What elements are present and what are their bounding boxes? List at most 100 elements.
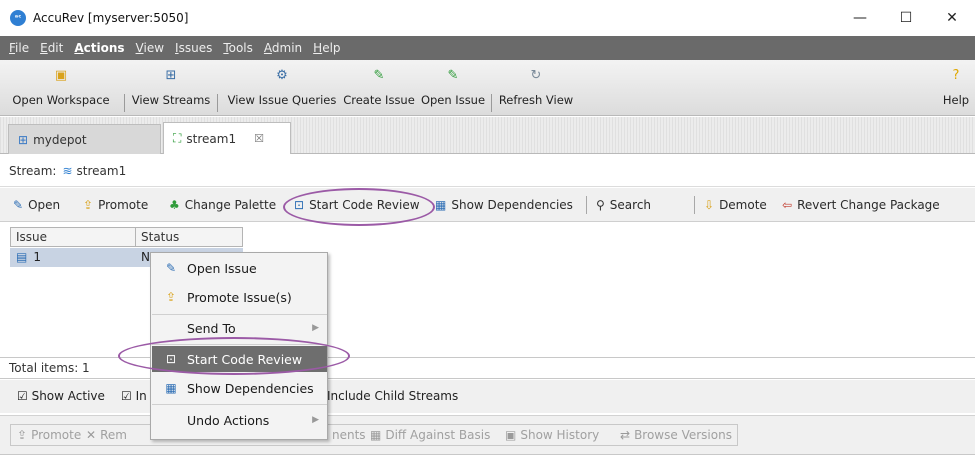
diff-icon: ▦ <box>370 428 382 442</box>
main-toolbar: ▣ Open Workspace ⊞ View Streams ⚙ View I… <box>0 60 975 116</box>
open-workspace-button[interactable]: ▣ Open Workspace <box>6 64 116 112</box>
show-active-label: Show Active <box>31 389 105 403</box>
bottom-documents-button[interactable]: nents <box>332 428 366 442</box>
menu-bar: File Edit Actions View Issues Tools Admi… <box>0 36 975 60</box>
search-button[interactable]: ⚲ Search <box>596 188 651 222</box>
menu-admin[interactable]: Admin <box>264 41 302 55</box>
include-label: In <box>135 389 147 403</box>
menu-actions[interactable]: Actions <box>74 41 124 55</box>
promote-action-button[interactable]: ⇪ Promote <box>83 188 148 222</box>
view-streams-button[interactable]: ⊞ View Streams <box>128 64 214 112</box>
column-header-status[interactable]: Status <box>135 227 243 247</box>
window-title: AccuRev [myserver:5050] <box>33 11 189 25</box>
maximize-button[interactable]: ☐ <box>883 0 929 36</box>
context-menu: ✎ Open Issue ⇪ Promote Issue(s) Send To … <box>150 252 328 440</box>
dependencies-icon: ▦ <box>435 198 447 212</box>
bottom-remove-button[interactable]: ✕ Rem <box>86 428 127 442</box>
context-menu-label: Start Code Review <box>187 351 303 367</box>
open-issue-label: Open Issue <box>420 93 486 107</box>
filter-bar: ☑ Show Active ☑ In Include Child Streams <box>0 380 975 413</box>
tab-mydepot[interactable]: ⊞ mydepot <box>8 124 161 154</box>
streams-icon: ⊞ <box>165 68 177 83</box>
diff-against-basis-label: Diff Against Basis <box>385 428 491 442</box>
stream-actions-toolbar: ✎ Open ⇪ Promote ♣ Change Palette ⊡ Star… <box>0 188 975 222</box>
promote-icon: ⇪ <box>165 290 177 304</box>
help-button[interactable]: ? Help <box>938 64 974 112</box>
include-child-streams-label[interactable]: Include Child Streams <box>327 389 458 403</box>
stream-prefix: Stream: <box>9 163 57 178</box>
close-button[interactable]: ✕ <box>929 0 975 36</box>
view-issue-queries-button[interactable]: ⚙ View Issue Queries <box>221 64 343 112</box>
menu-issues[interactable]: Issues <box>175 41 212 55</box>
demote-button[interactable]: ⇩ Demote <box>704 188 767 222</box>
demote-icon: ⇩ <box>704 198 715 212</box>
table-cell-issue: ▤ 1 <box>16 248 41 267</box>
dependencies-icon: ▦ <box>165 381 177 395</box>
create-issue-button[interactable]: ✎ Create Issue <box>339 64 419 112</box>
open-action-button[interactable]: ✎ Open <box>13 188 60 222</box>
issue-icon: ▤ <box>16 250 28 264</box>
context-menu-open-issue[interactable]: ✎ Open Issue <box>152 255 327 281</box>
issues-table: Issue Status ▤ 1 N <box>0 223 975 357</box>
issue-queries-icon: ⚙ <box>276 68 288 83</box>
tab-close-icon[interactable]: ☒ <box>254 132 264 145</box>
show-dependencies-button[interactable]: ▦ Show Dependencies <box>435 188 573 222</box>
remove-icon: ✕ <box>86 428 97 442</box>
open-issue-button[interactable]: ✎ Open Issue <box>418 64 488 112</box>
menu-tools[interactable]: Tools <box>223 41 253 55</box>
start-code-review-button[interactable]: ⊡ Start Code Review <box>294 188 420 222</box>
context-menu-show-dependencies[interactable]: ▦ Show Dependencies <box>152 375 327 401</box>
change-palette-button[interactable]: ♣ Change Palette <box>169 188 276 222</box>
start-code-review-label: Start Code Review <box>309 198 420 212</box>
menu-edit[interactable]: Edit <box>40 41 63 55</box>
minimize-button[interactable]: — <box>837 0 883 36</box>
toolbar-separator <box>217 94 218 112</box>
issue-number: 1 <box>33 250 41 264</box>
binoculars-icon: ⚲ <box>596 198 605 212</box>
context-menu-label: Send To <box>187 320 236 336</box>
workspace-icon: ▣ <box>54 68 68 83</box>
browse-versions-button[interactable]: ⇄ Browse Versions <box>620 428 732 442</box>
stream-icon: ⛶ <box>173 131 182 145</box>
change-palette-icon: ♣ <box>169 198 180 212</box>
demote-label: Demote <box>719 198 767 212</box>
stream-icon: ≋ <box>62 163 73 178</box>
refresh-view-label: Refresh View <box>498 93 574 107</box>
browse-versions-icon: ⇄ <box>620 428 631 442</box>
code-review-icon: ⊡ <box>165 352 177 366</box>
context-menu-undo-actions[interactable]: Undo Actions ▶ <box>152 407 327 433</box>
bottom-remove-label: Rem <box>100 428 127 442</box>
revert-change-package-button[interactable]: ⇦ Revert Change Package <box>782 188 940 222</box>
help-icon: ? <box>952 68 960 83</box>
menu-file[interactable]: File <box>9 41 29 55</box>
context-menu-label: Open Issue <box>187 260 257 276</box>
bottom-promote-button[interactable]: ⇪ Promote <box>17 428 81 442</box>
context-menu-promote-issues[interactable]: ⇪ Promote Issue(s) <box>152 284 327 310</box>
toolbar-separator <box>491 94 492 112</box>
total-items: Total items: 1 <box>0 357 975 379</box>
promote-icon: ⇪ <box>83 198 94 212</box>
tab-stream1[interactable]: ⛶ stream1 ☒ <box>163 122 291 154</box>
bottom-documents-label: nents <box>332 428 366 442</box>
show-history-button[interactable]: ▣ Show History <box>505 428 599 442</box>
context-menu-start-code-review[interactable]: ⊡ Start Code Review <box>152 346 327 372</box>
menu-help[interactable]: Help <box>313 41 340 55</box>
refresh-view-button[interactable]: ↻ Refresh View <box>496 64 576 112</box>
title-bar: ᵃᶜ AccuRev [myserver:5050] — ☐ ✕ <box>0 0 975 36</box>
menu-view[interactable]: View <box>136 41 164 55</box>
context-menu-label: Show Dependencies <box>187 380 314 396</box>
diff-against-basis-button[interactable]: ▦ Diff Against Basis <box>370 428 490 442</box>
include-checkbox[interactable]: ☑ In <box>121 389 147 403</box>
actions-separator <box>694 196 695 214</box>
context-menu-separator <box>152 344 327 345</box>
revert-change-package-label: Revert Change Package <box>797 198 940 212</box>
tab-mydepot-label: mydepot <box>33 132 87 147</box>
open-icon: ✎ <box>13 198 24 212</box>
revert-icon: ⇦ <box>782 198 793 212</box>
submenu-arrow-icon: ▶ <box>312 415 319 425</box>
context-menu-send-to[interactable]: Send To ▶ <box>152 315 327 341</box>
table-cell-status: N <box>141 250 150 264</box>
show-active-checkbox[interactable]: ☑ Show Active <box>17 389 105 403</box>
tab-stream1-label: stream1 <box>186 131 237 146</box>
column-header-issue[interactable]: Issue <box>10 227 136 247</box>
